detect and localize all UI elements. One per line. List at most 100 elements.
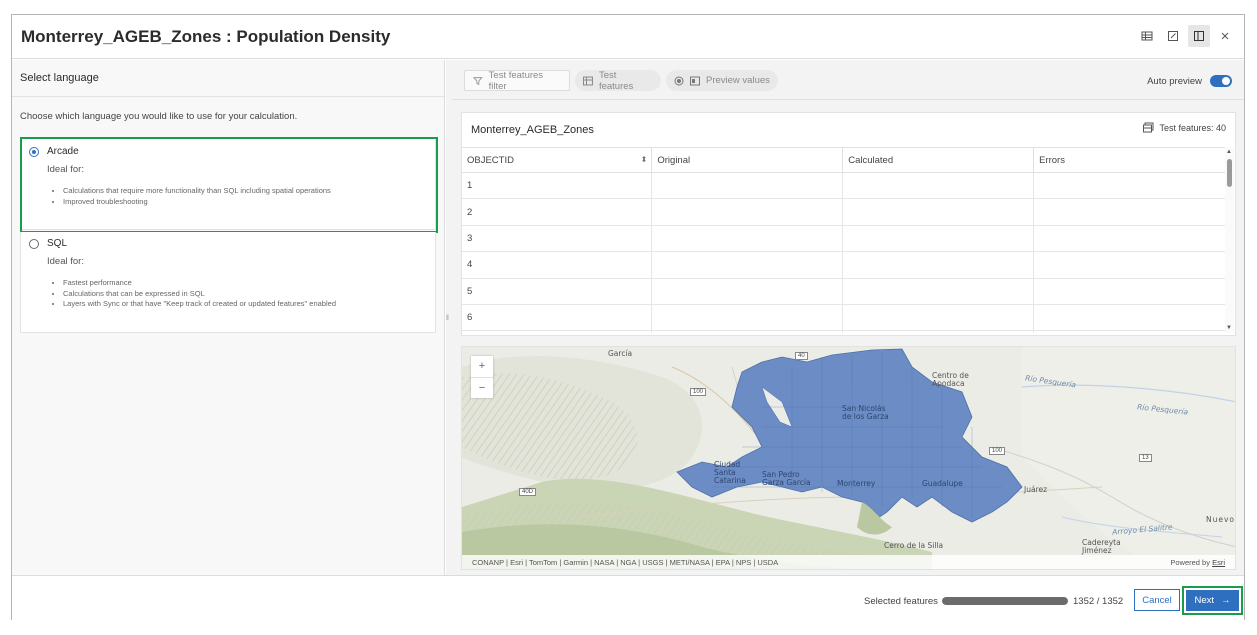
table-scrollbar[interactable]: ▲ ▼ xyxy=(1225,147,1234,333)
layout-icon[interactable] xyxy=(1188,25,1210,47)
preview-panel: Test features filter Test features Previ… xyxy=(452,60,1244,575)
option-name: Arcade xyxy=(47,146,79,157)
column-header-calculated[interactable]: Calculated xyxy=(842,147,1035,173)
option-sql[interactable]: SQL Ideal for: Fastest performance Calcu… xyxy=(20,232,436,333)
map-label-cerro-silla: Cerro de la Silla xyxy=(884,541,944,550)
attribution-text: CONANP | Esri | TomTom | Garmin | NASA |… xyxy=(472,558,779,567)
filter-label: Test features filter xyxy=(488,69,544,92)
list-item: Improved troubleshooting xyxy=(63,197,331,208)
preview-map[interactable]: García Centro de Apodaca Río Pesquería R… xyxy=(461,346,1236,570)
column-header-original[interactable]: Original xyxy=(651,147,844,173)
table-cell xyxy=(842,198,1035,226)
table-title: Monterrey_AGEB_Zones xyxy=(471,124,594,136)
table-row[interactable] xyxy=(462,330,1226,333)
table-cell: 5 xyxy=(462,278,653,305)
map-label-juarez: Juárez xyxy=(1024,485,1048,494)
dialog-header: Monterrey_AGEB_Zones : Population Densit… xyxy=(12,15,1244,59)
table-cell xyxy=(842,304,1035,332)
dialog-title: Monterrey_AGEB_Zones : Population Densit… xyxy=(21,27,391,46)
table-cell xyxy=(651,198,844,226)
table-header-row: OBJECTID ⬍ Original Calculated Errors xyxy=(462,147,1226,173)
language-panel: Select language Choose which language yo… xyxy=(12,60,445,575)
next-button[interactable]: Next → xyxy=(1186,590,1239,611)
arcade-bullets: Calculations that require more functiona… xyxy=(63,186,331,207)
map-label-ciudad-santa-catarina: Ciudad Santa Catarina xyxy=(714,460,746,485)
drag-handle-icon[interactable]: ‖ xyxy=(446,315,449,322)
map-label-garcia: García xyxy=(608,349,633,358)
table-cell xyxy=(1033,172,1226,200)
table-cell xyxy=(1033,198,1226,226)
table-row[interactable]: 2 xyxy=(462,198,1226,226)
table-row[interactable]: 6 xyxy=(462,304,1226,332)
table-cell xyxy=(651,225,844,253)
table-cell: 3 xyxy=(462,225,653,253)
table-cell xyxy=(462,330,653,333)
table-cell xyxy=(651,330,844,333)
table-cell: 4 xyxy=(462,251,653,279)
option-name: SQL xyxy=(47,238,68,249)
close-icon[interactable] xyxy=(1214,25,1236,47)
preview-toolbar: Test features filter Test features Previ… xyxy=(452,60,1244,100)
features-label: Test features xyxy=(598,69,634,92)
next-label: Next xyxy=(1194,595,1215,606)
column-header-errors[interactable]: Errors xyxy=(1033,147,1226,173)
map-label-san-nicolas: San Nicolás de los Garza xyxy=(842,404,889,421)
table-cell xyxy=(651,278,844,305)
table-row[interactable]: 3 xyxy=(462,225,1226,253)
test-features-filter-button[interactable]: Test features filter xyxy=(464,69,570,92)
cancel-button[interactable]: Cancel xyxy=(1134,589,1180,611)
table-icon[interactable] xyxy=(1136,25,1158,47)
esri-link[interactable]: Esri xyxy=(1212,558,1225,567)
table-row[interactable]: 5 xyxy=(462,278,1226,305)
map-attribution: CONANP | Esri | TomTom | Garmin | NASA |… xyxy=(462,555,1235,569)
route-shield: 100 xyxy=(690,388,707,396)
map-label-monterrey: Monterrey xyxy=(837,479,876,488)
list-item: Fastest performance xyxy=(63,278,336,289)
table-cell: 2 xyxy=(462,198,653,226)
ideal-for-label: Ideal for: xyxy=(47,164,84,175)
table-grid: OBJECTID ⬍ Original Calculated Errors 123… xyxy=(462,147,1226,333)
zoom-in-button[interactable]: + xyxy=(471,356,493,377)
column-header-objectid[interactable]: OBJECTID ⬍ xyxy=(462,147,653,173)
edit-icon[interactable] xyxy=(1162,25,1184,47)
table-cell: 1 xyxy=(462,172,653,200)
preview-values-button[interactable]: Preview values xyxy=(666,70,778,91)
list-item: Calculations that can be expressed in SQ… xyxy=(63,289,336,300)
features-icon xyxy=(1143,122,1154,133)
count-label: Test features: 40 xyxy=(1159,122,1226,133)
table-row[interactable]: 1 xyxy=(462,172,1226,200)
map-canvas[interactable] xyxy=(462,347,1236,570)
table-cell xyxy=(842,251,1035,279)
test-features-button[interactable]: Test features xyxy=(575,69,661,92)
arcade-radio[interactable] xyxy=(29,147,39,157)
selected-features-count: 1352 / 1352 xyxy=(1073,596,1124,607)
table-row[interactable]: 4 xyxy=(462,251,1226,279)
map-label-guadalupe: Guadalupe xyxy=(922,479,963,488)
selected-features-progress xyxy=(942,597,1068,605)
route-shield: 40D xyxy=(519,488,537,496)
route-shield: 40 xyxy=(795,352,808,360)
route-shield: 100 xyxy=(989,447,1006,455)
sort-icon[interactable]: ⬍ xyxy=(641,155,648,164)
preview-label: Preview values xyxy=(706,75,770,86)
header-icons xyxy=(1136,25,1236,47)
scroll-up-icon[interactable]: ▲ xyxy=(1226,149,1232,155)
table-cell xyxy=(842,278,1035,305)
sql-bullets: Fastest performance Calculations that ca… xyxy=(63,278,336,310)
radio-icon xyxy=(674,76,684,85)
language-heading: Select language xyxy=(12,60,444,97)
auto-preview-toggle[interactable] xyxy=(1210,75,1232,87)
option-arcade[interactable]: Arcade Ideal for: Calculations that requ… xyxy=(20,137,436,230)
scroll-thumb[interactable] xyxy=(1227,159,1232,187)
table-cell xyxy=(1033,330,1226,333)
test-features-table: Monterrey_AGEB_Zones Test features: 40 O… xyxy=(461,112,1236,336)
map-label-centro-apodaca: Centro de Apodaca xyxy=(932,371,969,388)
zoom-controls: + − xyxy=(471,356,493,398)
auto-preview-label: Auto preview xyxy=(1147,75,1202,87)
language-description: Choose which language you would like to … xyxy=(20,111,298,122)
progress-fill xyxy=(942,597,1068,605)
zoom-out-button[interactable]: − xyxy=(471,377,493,398)
scroll-down-icon[interactable]: ▼ xyxy=(1226,325,1232,331)
map-label-cadereyta: Cadereyta Jiménez xyxy=(1082,538,1121,555)
sql-radio[interactable] xyxy=(29,239,39,249)
